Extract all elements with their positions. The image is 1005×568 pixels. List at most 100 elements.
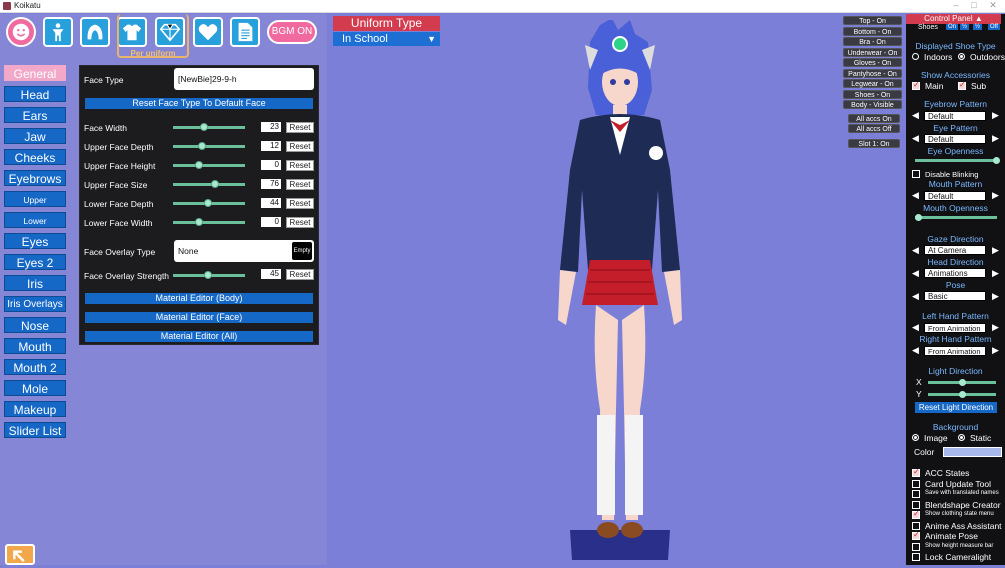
face-category-button[interactable] [6, 17, 36, 47]
left-hand-pattern-select[interactable]: From Animation [924, 323, 986, 333]
category-jaw[interactable]: Jaw [4, 128, 66, 144]
category-slider-list[interactable]: Slider List [4, 422, 66, 438]
save-translated-names-checkbox[interactable] [912, 490, 920, 498]
upper-face-depth-slider-handle[interactable] [197, 142, 206, 150]
sub-accessories-checkbox[interactable] [958, 80, 966, 90]
hair-category-button[interactable] [80, 17, 110, 47]
toggle-bra[interactable]: Bra - On [843, 37, 902, 46]
left-hand-prev-arrow-icon[interactable]: ◀ [912, 322, 919, 333]
upper-face-size-value[interactable]: 76 [261, 179, 281, 189]
face-overlay-strength-slider-handle[interactable] [203, 271, 212, 279]
control-panel-header[interactable]: Control Panel ▲ [906, 14, 1001, 24]
eye-pattern-select[interactable]: Default [924, 134, 986, 144]
toggle-legwear[interactable]: Legwear - On [843, 79, 902, 88]
upper-face-depth-slider-track[interactable] [173, 145, 245, 148]
empty-overlay-icon[interactable]: Empty [292, 242, 312, 260]
category-nose[interactable]: Nose [4, 317, 66, 333]
show-clothing-state-menu-checkbox[interactable] [912, 509, 920, 519]
upper-face-height-slider-track[interactable] [173, 164, 245, 167]
left-hand-next-arrow-icon[interactable]: ▶ [992, 322, 999, 333]
face-overlay-strength-value[interactable]: 45 [261, 269, 281, 279]
eye-next-arrow-icon[interactable]: ▶ [992, 133, 999, 144]
acc-states-checkbox[interactable] [912, 467, 920, 477]
head-direction-select[interactable]: Animations [924, 268, 986, 278]
outdoors-radio[interactable] [958, 53, 965, 60]
toggle-body[interactable]: Body - Visible [843, 100, 902, 109]
category-iris-overlays[interactable]: Iris Overlays [4, 296, 66, 312]
face-width-slider-handle[interactable] [199, 123, 208, 131]
background-static-radio[interactable] [958, 434, 965, 441]
face-overlay-strength-reset-button[interactable]: Reset [286, 269, 314, 280]
gaze-direction-select[interactable]: At Camera [924, 245, 986, 255]
light-y-slider-handle[interactable] [959, 391, 966, 398]
eye-openness-slider-track[interactable] [915, 159, 997, 162]
toggle-top[interactable]: Top - On [843, 16, 902, 25]
toggle-shoes[interactable]: Shoes - On [843, 90, 902, 99]
character-model[interactable] [540, 20, 700, 560]
toggle-pantyhose[interactable]: Pantyhose - On [843, 69, 902, 78]
category-iris[interactable]: Iris [4, 275, 66, 291]
category-eyes-2[interactable]: Eyes 2 [4, 254, 66, 270]
mouth-next-arrow-icon[interactable]: ▶ [992, 190, 999, 201]
material-editor-all-button[interactable]: Material Editor (All) [85, 331, 313, 342]
gaze-next-arrow-icon[interactable]: ▶ [992, 245, 999, 256]
toggle-gloves[interactable]: Gloves - On [843, 58, 902, 67]
animate-pose-checkbox[interactable] [912, 530, 920, 540]
upper-face-height-value[interactable]: 0 [261, 160, 281, 170]
shoes-state-on[interactable]: On [946, 24, 959, 30]
right-hand-next-arrow-icon[interactable]: ▶ [992, 345, 999, 356]
mouth-openness-slider-handle[interactable] [915, 214, 922, 221]
main-accessories-checkbox[interactable] [912, 80, 920, 90]
gaze-prev-arrow-icon[interactable]: ◀ [912, 245, 919, 256]
face-width-slider-track[interactable] [173, 126, 245, 129]
mouth-pattern-select[interactable]: Default [924, 191, 986, 201]
eyebrow-pattern-select[interactable]: Default [924, 111, 986, 121]
reset-light-direction-button[interactable]: Reset Light Direction [915, 402, 997, 413]
category-ears[interactable]: Ears [4, 107, 66, 123]
pose-prev-arrow-icon[interactable]: ◀ [912, 291, 919, 302]
personality-category-button[interactable] [193, 17, 223, 47]
mouth-prev-arrow-icon[interactable]: ◀ [912, 190, 919, 201]
card-update-tool-checkbox[interactable] [912, 480, 920, 488]
lower-face-depth-reset-button[interactable]: Reset [286, 198, 314, 209]
show-height-measure-bar-checkbox[interactable] [912, 543, 920, 551]
expand-arrow-button[interactable] [5, 544, 35, 565]
category-head[interactable]: Head [4, 86, 66, 102]
background-image-radio[interactable] [912, 434, 919, 441]
category-eyebrows[interactable]: Eyebrows [4, 170, 66, 186]
category-eyes[interactable]: Eyes [4, 233, 66, 249]
upper-face-size-reset-button[interactable]: Reset [286, 179, 314, 190]
category-makeup[interactable]: Makeup [4, 401, 66, 417]
face-width-value[interactable]: 23 [261, 122, 281, 132]
light-x-slider-handle[interactable] [959, 379, 966, 386]
save-load-category-button[interactable] [230, 17, 260, 47]
body-category-button[interactable] [43, 17, 73, 47]
head-next-arrow-icon[interactable]: ▶ [992, 268, 999, 279]
bgm-toggle-button[interactable]: BGM ON [267, 20, 317, 44]
lower-face-depth-value[interactable]: 44 [261, 198, 281, 208]
shoes-state-off[interactable]: Off [988, 24, 1000, 30]
upper-face-depth-reset-button[interactable]: Reset [286, 141, 314, 152]
minimize-icon[interactable]: – [947, 0, 965, 10]
face-type-field[interactable]: [NewBie]29-9-h [174, 68, 314, 90]
right-hand-pattern-select[interactable]: From Animation [924, 346, 986, 356]
category-mouth-2[interactable]: Mouth 2 [4, 359, 66, 375]
shoes-state-3[interactable]: ½ [973, 24, 983, 30]
upper-face-height-slider-handle[interactable] [194, 161, 203, 169]
eye-prev-arrow-icon[interactable]: ◀ [912, 133, 919, 144]
mouth-openness-slider-track[interactable] [915, 216, 997, 219]
pose-next-arrow-icon[interactable]: ▶ [992, 291, 999, 302]
toggle-underwear[interactable]: Underwear - On [843, 48, 902, 57]
lower-face-depth-slider-handle[interactable] [203, 199, 212, 207]
all-accs-on-button[interactable]: All accs On [848, 114, 900, 123]
upper-face-size-slider-handle[interactable] [210, 180, 219, 188]
lower-face-width-value[interactable]: 0 [261, 217, 281, 227]
close-icon[interactable]: ✕ [984, 0, 1002, 11]
reset-face-type-button[interactable]: Reset Face Type To Default Face [85, 98, 313, 109]
right-hand-prev-arrow-icon[interactable]: ◀ [912, 345, 919, 356]
lock-cameralight-checkbox[interactable] [912, 553, 920, 561]
face-width-reset-button[interactable]: Reset [286, 122, 314, 133]
blendshape-creator-checkbox[interactable] [912, 501, 920, 509]
lower-face-width-slider-handle[interactable] [194, 218, 203, 226]
eyebrow-prev-arrow-icon[interactable]: ◀ [912, 110, 919, 121]
